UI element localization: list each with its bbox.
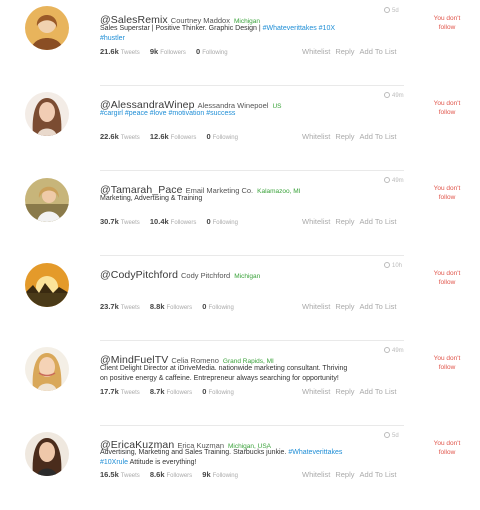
timestamp: 49m <box>384 177 404 184</box>
user-bio: Marketing, Advertising & Training <box>100 195 203 202</box>
avatar[interactable] <box>25 432 69 476</box>
action-links: Whitelist Reply Add To List <box>302 217 402 226</box>
user-handle[interactable]: @CodyPitchford <box>100 269 178 281</box>
list-item: @SalesRemix Courtney Maddox Michigan 5d Sa… <box>0 0 480 85</box>
avatar[interactable] <box>25 263 69 307</box>
clock-icon <box>384 92 390 98</box>
list-item: @MindFuelTV Celia Romeno Grand Rapids, MI … <box>0 340 480 425</box>
action-links: Whitelist Reply Add To List <box>302 47 402 56</box>
action-links: Whitelist Reply Add To List <box>302 470 402 479</box>
action-links: Whitelist Reply Add To List <box>302 302 402 311</box>
add-to-list-link[interactable]: Add To List <box>360 470 397 479</box>
follow-status: You don't follow <box>433 15 461 31</box>
user-header: @CodyPitchford Cody Pitchford Michigan <box>100 265 260 283</box>
hashtag[interactable]: #10Xrule <box>100 459 128 466</box>
add-to-list-link[interactable]: Add To List <box>360 387 397 396</box>
whitelist-link[interactable]: Whitelist <box>302 132 330 141</box>
reply-link[interactable]: Reply <box>335 302 354 311</box>
user-stats: 30.7k Tweets 10.4k Followers 0 Following <box>100 217 238 226</box>
user-stats: 16.5k Tweets 8.6k Followers 9k Following <box>100 470 238 479</box>
follow-status: You don't follow <box>433 440 461 456</box>
list-item: @AlessandraWinep Alessandra Winepoel US 49… <box>0 85 480 170</box>
user-stats: 23.7k Tweets 8.8k Followers 0 Following <box>100 302 234 311</box>
divider <box>100 170 404 171</box>
avatar[interactable] <box>25 92 69 136</box>
action-links: Whitelist Reply Add To List <box>302 387 402 396</box>
user-list: @SalesRemix Courtney Maddox Michigan 5d Sa… <box>0 0 480 480</box>
hashtag[interactable]: #hustler <box>100 35 125 42</box>
clock-icon <box>384 432 390 438</box>
add-to-list-link[interactable]: Add To List <box>360 217 397 226</box>
user-name: Cody Pitchford <box>181 271 231 280</box>
user-bio: Sales Superstar | Positive Thinker. Grap… <box>100 25 336 42</box>
whitelist-link[interactable]: Whitelist <box>302 470 330 479</box>
user-stats: 17.7k Tweets 8.7k Followers 0 Following <box>100 387 234 396</box>
clock-icon <box>384 347 390 353</box>
reply-link[interactable]: Reply <box>335 132 354 141</box>
reply-link[interactable]: Reply <box>335 387 354 396</box>
follow-status: You don't follow <box>433 185 461 201</box>
clock-icon <box>384 177 390 183</box>
user-stats: 22.6k Tweets 12.6k Followers 0 Following <box>100 132 238 141</box>
hashtag[interactable]: #cargirl #peace #love #motivation #succe… <box>100 110 235 117</box>
user-bio: Advertising, Marketing and Sales Trainin… <box>100 449 343 466</box>
divider <box>100 255 404 256</box>
reply-link[interactable]: Reply <box>335 47 354 56</box>
hashtag[interactable]: #Whateverittakes <box>288 449 342 456</box>
user-location: Michigan <box>234 273 261 280</box>
clock-icon <box>384 262 390 268</box>
clock-icon <box>384 7 390 13</box>
avatar[interactable] <box>25 347 69 391</box>
action-links: Whitelist Reply Add To List <box>302 132 402 141</box>
avatar[interactable] <box>25 6 69 50</box>
follow-status: You don't follow <box>433 100 461 116</box>
list-item: @CodyPitchford Cody Pitchford Michigan 10h… <box>0 255 480 340</box>
whitelist-link[interactable]: Whitelist <box>302 47 330 56</box>
list-item: @Tamarah_Pace Email Marketing Co. Kalamazo… <box>0 170 480 255</box>
whitelist-link[interactable]: Whitelist <box>302 217 330 226</box>
add-to-list-link[interactable]: Add To List <box>360 47 397 56</box>
divider <box>100 85 404 86</box>
divider <box>100 425 404 426</box>
user-bio: Client Delight Director at iDriveMedia. … <box>100 365 348 382</box>
timestamp: 49m <box>384 347 404 354</box>
timestamp: 5d <box>384 7 399 14</box>
timestamp: 10h <box>384 262 402 269</box>
follow-status: You don't follow <box>433 355 461 371</box>
timestamp: 5d <box>384 432 399 439</box>
add-to-list-link[interactable]: Add To List <box>360 132 397 141</box>
whitelist-link[interactable]: Whitelist <box>302 387 330 396</box>
reply-link[interactable]: Reply <box>335 470 354 479</box>
user-stats: 21.6k Tweets 9k Followers 0 Following <box>100 47 228 56</box>
hashtag[interactable]: #Whateverittakes #10X <box>263 25 335 32</box>
timestamp: 49m <box>384 92 404 99</box>
user-bio: #cargirl #peace #love #motivation #succe… <box>100 109 390 119</box>
reply-link[interactable]: Reply <box>335 217 354 226</box>
divider <box>100 340 404 341</box>
follow-status: You don't follow <box>433 270 461 286</box>
whitelist-link[interactable]: Whitelist <box>302 302 330 311</box>
add-to-list-link[interactable]: Add To List <box>360 302 397 311</box>
list-item: @EricaKuzman Erica Kuzman Michigan, USA 5d… <box>0 425 480 510</box>
avatar[interactable] <box>25 178 69 222</box>
